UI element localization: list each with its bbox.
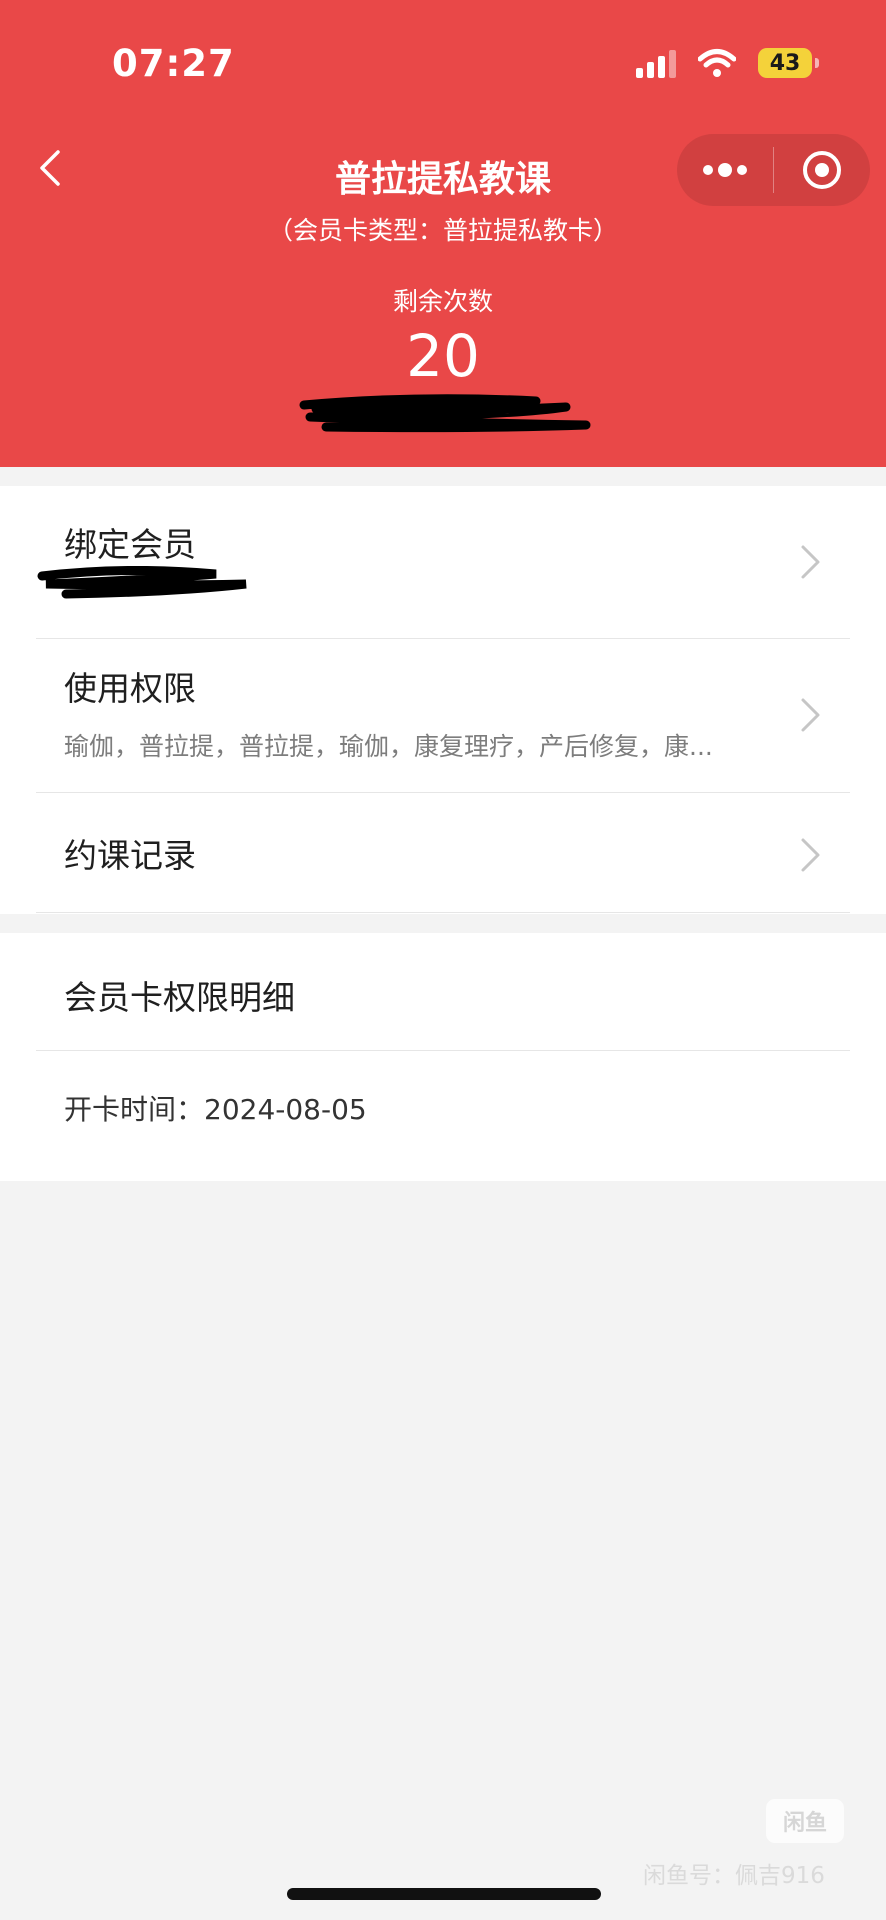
status-icons: 43 — [636, 48, 819, 78]
bind-member-row[interactable]: 绑定会员 — [0, 486, 886, 638]
details-title: 会员卡权限明细 — [64, 978, 295, 1017]
card-permission-details: 会员卡权限明细 开卡时间：2024-08-05 — [0, 933, 886, 1181]
battery-icon: 43 — [758, 48, 819, 78]
booking-records-title: 约课记录 — [64, 836, 196, 875]
row-divider — [36, 912, 850, 913]
redaction-scribble — [37, 566, 247, 599]
chevron-right-icon — [801, 838, 820, 872]
booking-records-row[interactable]: 约课记录 — [0, 793, 886, 914]
card-type-subtitle: （会员卡类型：普拉提私教卡） — [267, 216, 618, 245]
redaction-scribble — [299, 394, 591, 433]
remaining-count-value: 20 — [406, 322, 480, 390]
permissions-value: 瑜伽，普拉提，普拉提，瑜伽，康复理疗，产后修复，康... — [64, 732, 713, 761]
watermark-badge: 闲鱼 — [766, 1799, 844, 1843]
chevron-right-icon — [801, 698, 820, 732]
permissions-row[interactable]: 使用权限 瑜伽，普拉提，普拉提，瑜伽，康复理疗，产后修复，康... — [0, 639, 886, 792]
status-time: 07:27 — [112, 42, 235, 85]
home-indicator[interactable] — [287, 1888, 601, 1900]
watermark-text: 闲鱼号：佩吉916 — [643, 1863, 825, 1889]
page-title: 普拉提私教课 — [334, 159, 551, 200]
open-date: 开卡时间：2024-08-05 — [64, 1093, 367, 1126]
row-divider — [36, 1050, 850, 1051]
card-info-section: 绑定会员 使用权限 瑜伽，普拉提，普拉提，瑜伽，康复理疗，产后修复，康... 约… — [0, 486, 886, 914]
bind-member-title: 绑定会员 — [64, 525, 196, 564]
wifi-icon — [698, 49, 736, 77]
cellular-signal-icon — [636, 48, 676, 78]
permissions-title: 使用权限 — [64, 669, 196, 708]
card-header: 07:27 43 普拉提私教课 （会员卡类型：普拉提私教卡） 剩余次数 20 — [0, 0, 886, 467]
remaining-count-label: 剩余次数 — [392, 287, 493, 316]
chevron-right-icon — [801, 545, 820, 579]
